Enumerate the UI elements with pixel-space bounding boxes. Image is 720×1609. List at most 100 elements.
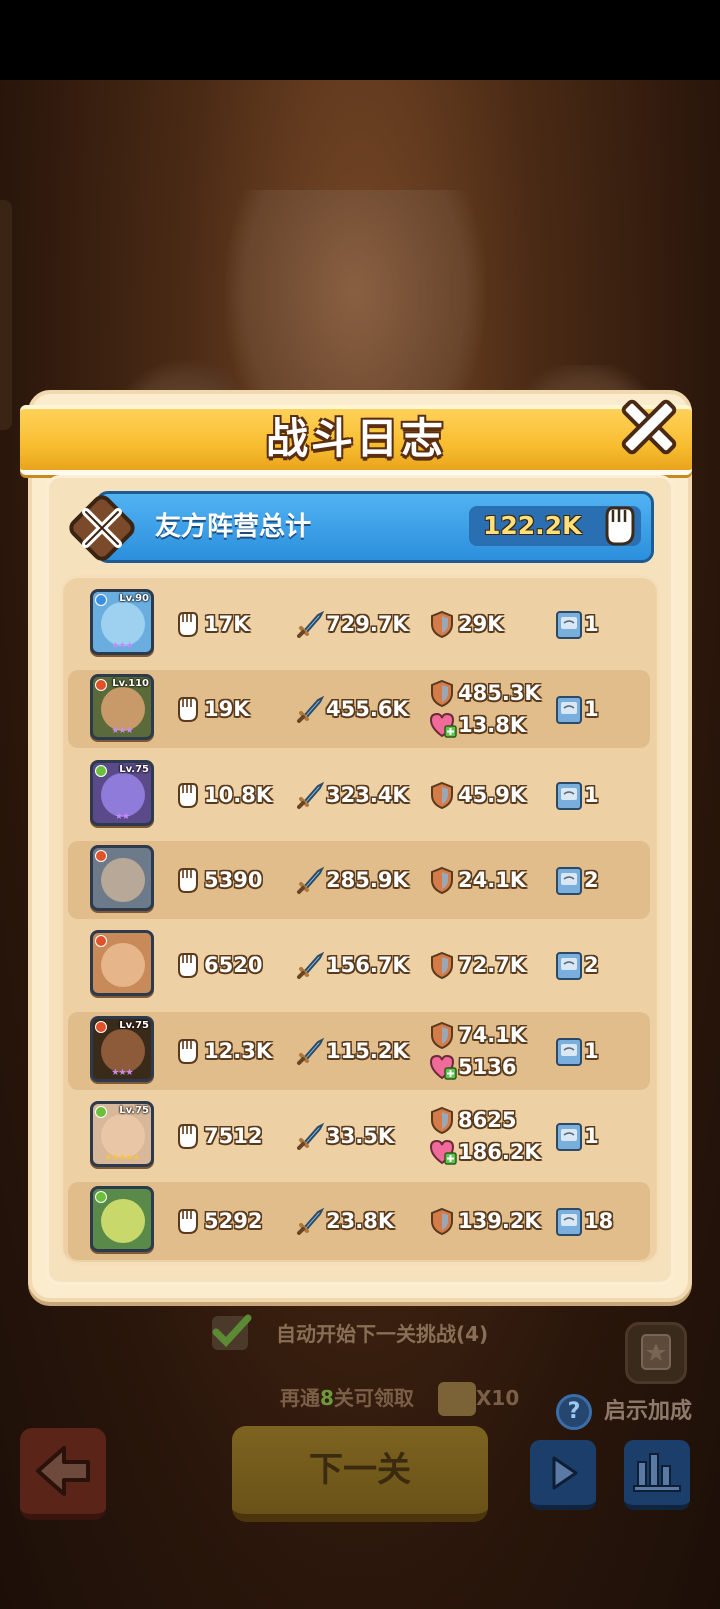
hero-portrait[interactable]: Lv.75 ★★★ xyxy=(90,1015,154,1082)
hero-face xyxy=(101,602,145,646)
hero-portrait[interactable]: Lv.75 ★★★★★ xyxy=(90,1100,154,1167)
defense-value: 8625 xyxy=(458,1107,517,1132)
card-icon xyxy=(554,1121,582,1151)
fist-icon xyxy=(174,865,202,895)
hero-portrait[interactable]: Lv.90 ★★★ xyxy=(90,589,154,655)
fist-icon xyxy=(174,1036,202,1066)
attack-value: 455.6K xyxy=(326,697,409,722)
fist-icon xyxy=(174,609,202,639)
element-nature-icon xyxy=(95,1191,107,1204)
card-star-icon xyxy=(641,1334,671,1370)
hero-row: 5292 23.8K 139.2K 18 xyxy=(68,1182,650,1261)
hero-portrait[interactable] xyxy=(90,844,154,911)
heart-icon xyxy=(428,1052,457,1082)
element-fire-icon xyxy=(95,849,107,862)
hero-stars: ★★ xyxy=(114,811,130,822)
hero-face xyxy=(101,857,145,902)
shield-icon xyxy=(428,609,456,639)
attack-value: 33.5K xyxy=(326,1123,395,1148)
hero-portrait[interactable] xyxy=(90,930,154,997)
hero-row: Lv.75 ★★ 10.8K 323.4K 45.9K 1 xyxy=(68,756,650,834)
hero-row: Lv.75 ★★★★★ 7512 33.5K 8625 186.2K 1 xyxy=(68,1097,650,1175)
damage-value: 6520 xyxy=(204,953,263,978)
hero-portrait[interactable]: Lv.75 ★★ xyxy=(90,759,154,826)
card-count: 1 xyxy=(584,612,599,636)
hero-row: 5390 285.9K 24.1K 2 xyxy=(68,840,650,919)
battle-log-title: 战斗日志 xyxy=(265,414,446,463)
card-icon xyxy=(554,780,582,810)
side-drawer-handle[interactable] xyxy=(0,200,12,430)
card-count: 1 xyxy=(584,782,599,807)
attack-value: 323.4K xyxy=(326,782,409,807)
sword-icon xyxy=(296,1036,325,1066)
card-count: 18 xyxy=(584,1209,614,1234)
card-icon xyxy=(554,1206,582,1237)
crossed-swords-badge-icon xyxy=(69,495,135,561)
hero-face xyxy=(101,943,145,988)
replay-button[interactable] xyxy=(530,1440,596,1510)
scroll-icon xyxy=(438,1382,476,1416)
heart-icon xyxy=(428,1137,457,1167)
reward-multiplier: X10 xyxy=(476,1386,520,1410)
enlightenment-bonus[interactable]: ? 启示加成 xyxy=(556,1394,720,1434)
damage-value: 7512 xyxy=(204,1123,263,1148)
hero-face xyxy=(101,1028,145,1073)
element-fire-icon xyxy=(95,1020,107,1033)
fist-icon xyxy=(174,780,202,810)
statistics-button[interactable] xyxy=(624,1440,690,1510)
defense-value: 45.9K xyxy=(458,782,527,807)
hero-level: Lv.75 xyxy=(119,1104,149,1116)
shield-icon xyxy=(428,865,456,895)
card-icon xyxy=(554,609,582,639)
element-water-icon xyxy=(95,594,107,606)
status-bar xyxy=(0,0,720,80)
reward-progress-text: 再通8关可领取 xyxy=(280,1386,414,1410)
card-count: 2 xyxy=(584,867,599,892)
hero-row: Lv.110 ★★★ 19K 455.6K 485.3K 13.8K 1 xyxy=(68,670,650,749)
card-collection-button[interactable] xyxy=(625,1322,687,1384)
hero-level: Lv.90 xyxy=(119,593,149,604)
hero-portrait[interactable]: Lv.110 ★★★ xyxy=(90,674,154,741)
team-summary-label: 友方阵营总计 xyxy=(155,512,312,542)
auto-next-label: 自动开始下一关挑战(4) xyxy=(276,1322,489,1346)
damage-value: 17K xyxy=(204,612,250,636)
heal-value: 5136 xyxy=(458,1054,517,1079)
attack-value: 156.7K xyxy=(326,953,409,978)
team-total-value: 122.2K xyxy=(483,511,582,540)
card-count: 1 xyxy=(584,697,599,722)
hero-level: Lv.75 xyxy=(119,763,149,775)
hero-level: Lv.75 xyxy=(119,1019,149,1031)
auto-next-toggle[interactable]: 自动开始下一关挑战(4) xyxy=(212,1314,512,1354)
sword-icon xyxy=(296,780,325,810)
card-icon xyxy=(554,865,582,895)
card-count: 1 xyxy=(584,1038,599,1063)
back-button[interactable] xyxy=(20,1428,106,1520)
checkbox[interactable] xyxy=(212,1314,252,1350)
damage-value: 12.3K xyxy=(204,1038,273,1063)
heal-value: 186.2K xyxy=(458,1139,541,1164)
card-count: 2 xyxy=(584,953,599,978)
element-nature-icon xyxy=(95,764,107,777)
defense-value: 74.1K xyxy=(458,1022,527,1047)
bar-chart-icon xyxy=(633,1453,681,1492)
shield-icon xyxy=(428,950,456,980)
hero-portrait[interactable] xyxy=(90,1186,154,1253)
hero-face xyxy=(101,772,145,817)
fist-icon xyxy=(174,950,202,980)
fist-icon xyxy=(174,694,202,724)
hero-stars: ★★★ xyxy=(111,726,133,737)
shield-icon xyxy=(428,1020,456,1050)
shield-icon xyxy=(428,1206,456,1236)
sword-icon xyxy=(296,609,325,639)
defense-value: 29K xyxy=(458,612,504,636)
sword-icon xyxy=(296,950,325,980)
card-icon xyxy=(554,950,582,981)
next-stage-button[interactable]: 下一关 xyxy=(232,1426,488,1522)
question-icon[interactable]: ? xyxy=(556,1394,592,1430)
next-stage-label: 下一关 xyxy=(309,1450,411,1490)
defense-value: 139.2K xyxy=(458,1209,541,1234)
attack-value: 115.2K xyxy=(326,1038,409,1063)
reward-progress: 再通8关可领取 X10 xyxy=(280,1378,520,1418)
close-button[interactable] xyxy=(614,392,684,462)
sword-icon xyxy=(296,694,325,724)
